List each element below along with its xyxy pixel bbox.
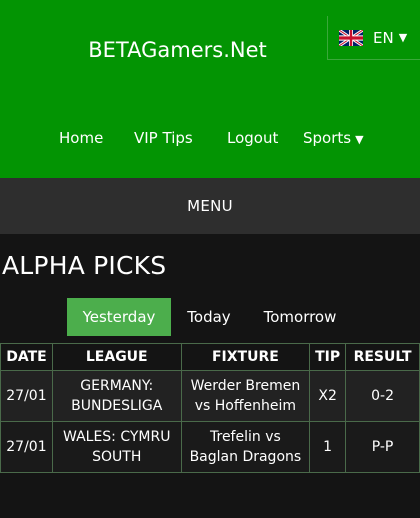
nav-sports[interactable]: Sports ▼ [303, 129, 364, 147]
cell-fixture: Trefelin vs Baglan Dragons [180, 421, 311, 473]
fixture-line: Trefelin vs [210, 429, 281, 445]
site-header: BETAGamers.Net EN ▼ Home VIP Tips Logout… [0, 0, 420, 178]
fixture-line: Werder Bremen [190, 378, 301, 394]
column-header-result: RESULT [345, 343, 420, 371]
tab-yesterday[interactable]: Yesterday [67, 298, 171, 336]
cell-tip: X2 [309, 370, 347, 422]
fixture-line: vs Hoffenheim [194, 398, 297, 414]
league-line: SOUTH [92, 449, 142, 465]
league-line: GERMANY: [80, 378, 154, 394]
league-line: BUNDESLIGA [71, 398, 163, 414]
uk-flag-icon [339, 29, 363, 46]
column-header-league: LEAGUE [51, 343, 182, 371]
fixture-line: Baglan Dragons [189, 449, 302, 465]
nav-home[interactable]: Home [59, 129, 103, 147]
day-tabs: Yesterday Today Tomorrow [0, 298, 420, 336]
cell-league: WALES: CYMRU SOUTH [51, 421, 182, 473]
tab-today[interactable]: Today [175, 298, 243, 336]
picks-table: DATE LEAGUE FIXTURE TIP RESULT 27/01 GER… [0, 343, 420, 473]
cell-date: 27/01 [0, 370, 53, 422]
table-header-row: DATE LEAGUE FIXTURE TIP RESULT [0, 343, 420, 371]
cell-fixture: Werder Bremen vs Hoffenheim [180, 370, 311, 422]
language-code: EN [373, 28, 394, 47]
main-nav: Home VIP Tips Logout Sports ▼ [0, 129, 420, 149]
cell-date: 27/01 [0, 421, 53, 473]
table-row: 27/01 GERMANY: BUNDESLIGA Werder Bremen vs… [0, 370, 420, 422]
language-selector[interactable]: EN ▼ [327, 16, 420, 60]
menu-label: MENU [187, 197, 233, 215]
nav-vip-tips[interactable]: VIP Tips [134, 129, 193, 147]
caret-down-icon: ▼ [398, 31, 408, 44]
site-title[interactable]: BETAGamers.Net [0, 38, 355, 62]
nav-sports-label: Sports [303, 129, 352, 147]
cell-tip: 1 [309, 421, 347, 473]
page-title: ALPHA PICKS [2, 251, 167, 280]
league-line: WALES: CYMRU [63, 429, 171, 445]
nav-logout[interactable]: Logout [227, 129, 278, 147]
tab-tomorrow[interactable]: Tomorrow [250, 298, 350, 336]
cell-result: 0-2 [345, 370, 420, 422]
caret-down-icon: ▼ [355, 133, 364, 146]
column-header-fixture: FIXTURE [180, 343, 311, 371]
table-row: 27/01 WALES: CYMRU SOUTH Trefelin vs Bagla… [0, 421, 420, 473]
column-header-tip: TIP [309, 343, 347, 371]
menu-toggle[interactable]: MENU [0, 178, 420, 234]
cell-result: P-P [345, 421, 420, 473]
cell-league: GERMANY: BUNDESLIGA [51, 370, 182, 422]
column-header-date: DATE [0, 343, 53, 371]
